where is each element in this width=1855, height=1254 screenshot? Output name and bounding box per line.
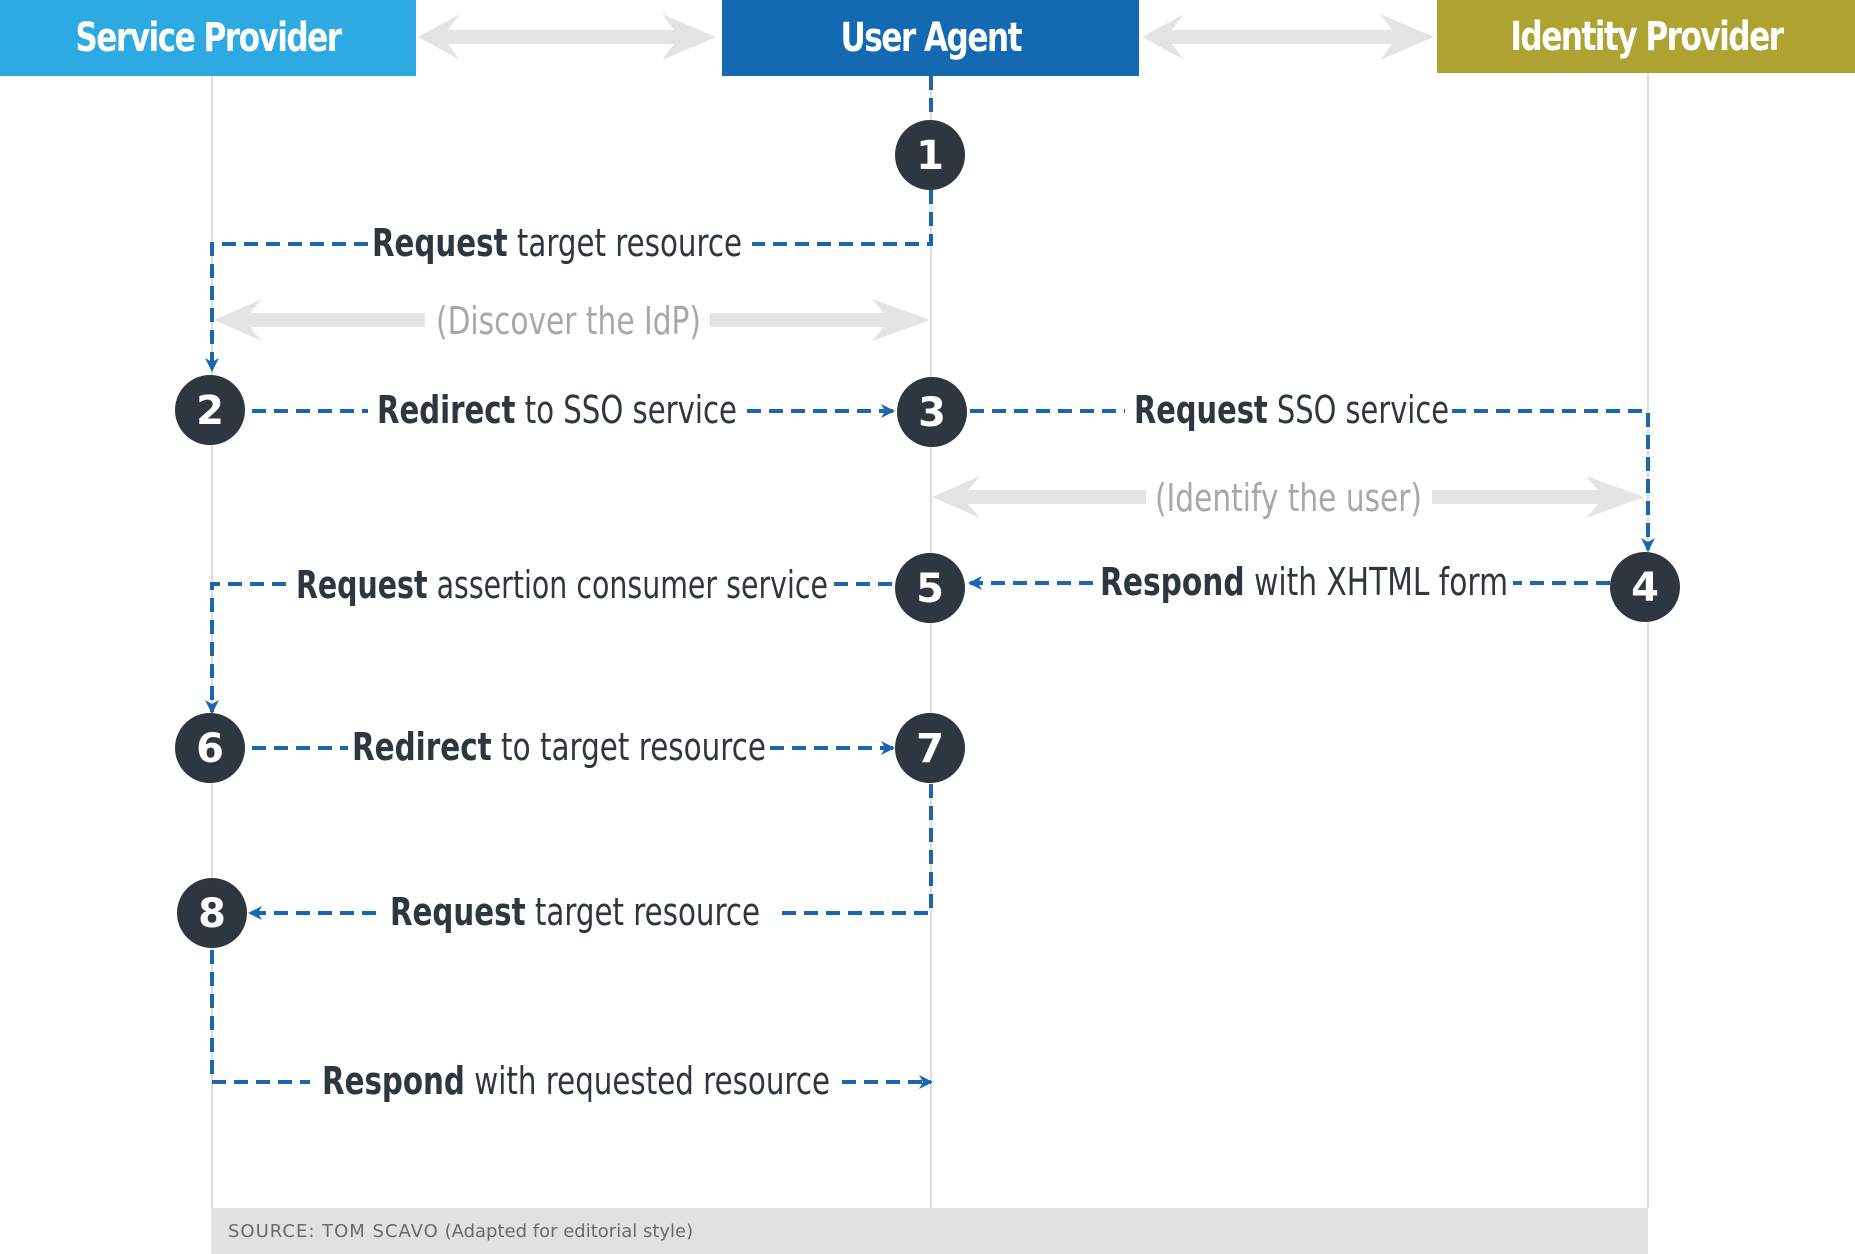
message-2: Redirect to SSO service <box>377 388 737 432</box>
message-4-verb: Respond <box>1100 560 1245 604</box>
step-circle-6: 6 <box>175 713 245 783</box>
header-arrow-sp-ua <box>418 14 716 60</box>
arrow-step-3-to-4-right <box>1452 409 1655 552</box>
message-8-verb: Respond <box>322 1059 465 1103</box>
step-circle-2: 2 <box>175 375 245 445</box>
arrow-step-7-to-8-right <box>776 784 933 915</box>
message-1: Request target resource <box>372 221 742 265</box>
step-circle-4: 4 <box>1610 552 1680 622</box>
message-3-verb: Request <box>1134 388 1268 432</box>
step-number-6: 6 <box>196 726 224 772</box>
message-2-verb: Redirect <box>377 388 515 432</box>
message-1-text: target resource <box>508 221 742 265</box>
arrow-step-5-to-6-left <box>205 582 286 714</box>
message-6: Redirect to target resource <box>352 725 766 769</box>
step-number-3: 3 <box>918 390 946 436</box>
arrow-step-1-to-2-left <box>205 242 368 372</box>
message-7-text: target resource <box>526 890 760 934</box>
message-5-verb: Request <box>296 563 428 607</box>
step-number-7: 7 <box>916 726 944 772</box>
step-circle-3: 3 <box>897 377 967 447</box>
identify-label: (Identify the user) <box>1155 476 1422 520</box>
sequence-diagram: (Discover the IdP) (Identify the user) R… <box>175 14 1680 1208</box>
message-7-verb: Request <box>390 890 526 934</box>
source-credit: SOURCE: TOM SCAVO <box>228 1220 439 1242</box>
header-arrow-ua-idp <box>1142 14 1434 60</box>
message-4: Respond with XHTML form <box>1100 560 1508 604</box>
message-6-text: to target resource <box>492 725 766 769</box>
message-6-verb: Redirect <box>352 725 492 769</box>
message-5: Request assertion consumer service <box>296 563 828 607</box>
message-7: Request target resource <box>390 890 760 934</box>
message-8: Respond with requested resource <box>322 1059 830 1103</box>
message-2-text: to SSO service <box>515 388 737 432</box>
step-circle-1: 1 <box>895 120 965 190</box>
message-4-text: with XHTML form <box>1245 560 1508 604</box>
step-number-4: 4 <box>1631 565 1659 611</box>
source-footer: SOURCE: TOM SCAVO (Adapted for editorial… <box>211 1208 1648 1254</box>
source-footer-text: SOURCE: TOM SCAVO (Adapted for editorial… <box>228 1221 693 1242</box>
message-8-text: with requested resource <box>465 1059 830 1103</box>
step-number-1: 1 <box>916 133 944 179</box>
message-1-verb: Request <box>372 221 508 265</box>
step-number-8: 8 <box>198 891 226 937</box>
step-number-5: 5 <box>916 566 944 612</box>
message-3: Request SSO service <box>1134 388 1449 432</box>
source-note: (Adapted for editorial style) <box>438 1220 694 1242</box>
step-circle-5: 5 <box>895 553 965 623</box>
step-number-2: 2 <box>196 388 224 434</box>
arrow-step-8-left <box>210 950 310 1084</box>
step-circle-8: 8 <box>177 878 247 948</box>
message-5-text: assertion consumer service <box>428 563 828 607</box>
step-circle-7: 7 <box>895 713 965 783</box>
message-3-text: SSO service <box>1268 388 1449 432</box>
arrow-step-1-to-2-right <box>752 190 933 246</box>
discover-label: (Discover the IdP) <box>436 299 701 343</box>
